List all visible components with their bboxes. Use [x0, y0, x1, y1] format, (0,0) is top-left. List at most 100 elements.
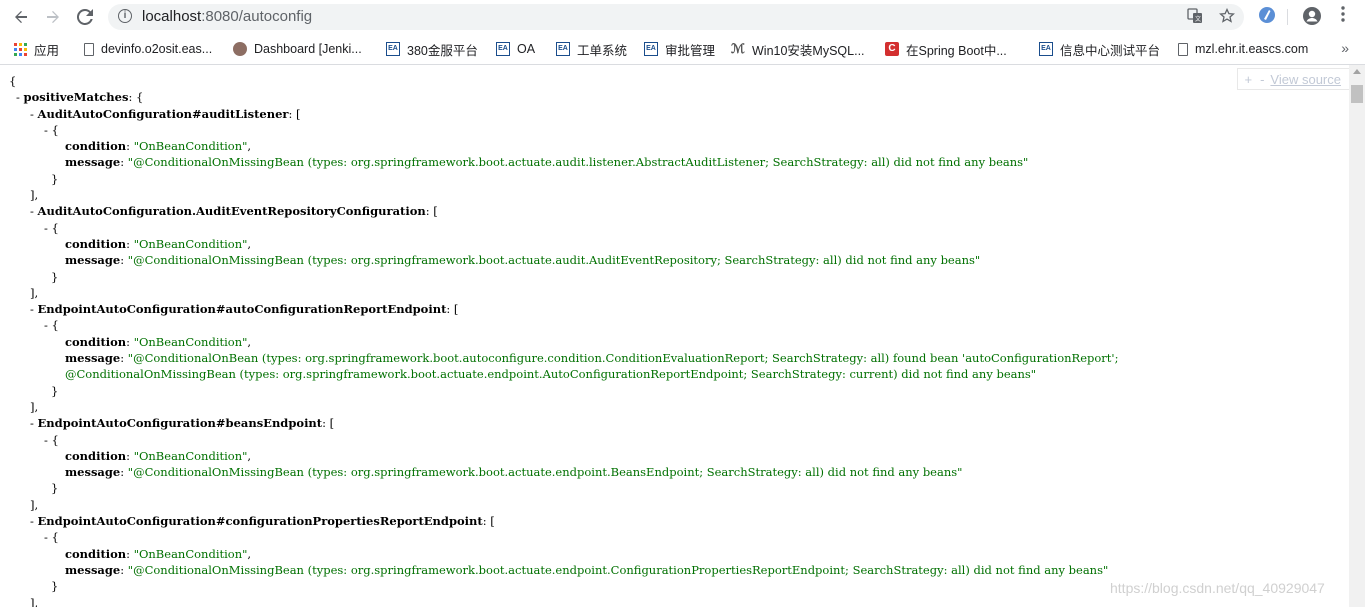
reload-icon — [77, 9, 93, 25]
json-line: - EndpointAutoConfiguration#beansEndpoin… — [9, 415, 1118, 431]
bookmark-label: 在Spring Boot中... — [906, 43, 1007, 58]
json-line: ], — [9, 399, 1118, 415]
reload-button[interactable] — [75, 7, 95, 27]
arrow-left-icon — [15, 11, 27, 23]
profile-avatar-icon[interactable] — [1301, 6, 1323, 28]
arrow-right-icon — [47, 11, 59, 23]
json-line: - AuditAutoConfiguration.AuditEventRepos… — [9, 203, 1118, 219]
json-string: "OnBeanCondition" — [133, 139, 248, 154]
json-key: AuditAutoConfiguration#auditListener — [37, 106, 289, 121]
json-punctuation: } — [51, 171, 59, 186]
collapse-toggle[interactable]: - — [30, 514, 38, 528]
bookmark-item[interactable]: EA 380金服平台 — [386, 40, 478, 58]
translate-icon[interactable]: 文 — [1186, 8, 1204, 26]
collapse-toggle[interactable]: - — [30, 416, 38, 430]
bookmarks-bar: 应用 devinfo.o2osit.eas... Dashboard [Jenki.… — [0, 34, 1365, 65]
collapse-all-button[interactable]: - — [1260, 72, 1264, 87]
collapse-toggle[interactable]: - { — [44, 433, 59, 447]
bookmark-item[interactable]: devinfo.o2osit.eas... — [84, 40, 212, 58]
json-line: - { — [9, 529, 1118, 545]
json-punctuation: : — [120, 562, 128, 577]
bookmark-item[interactable]: EA 信息中心测试平台 — [1039, 40, 1160, 58]
json-line: - { — [9, 220, 1118, 236]
json-key: message — [65, 562, 121, 577]
json-key: message — [65, 351, 121, 366]
json-line: ], — [9, 595, 1118, 607]
ea-icon: EA — [1039, 42, 1053, 56]
json-line: } — [9, 480, 1118, 496]
json-punctuation: } — [51, 579, 59, 594]
json-punctuation: , — [247, 236, 252, 251]
address-bar[interactable]: i localhost:8080/autoconfig 文 — [108, 4, 1244, 30]
csdn-icon: C — [885, 42, 899, 56]
json-key: message — [65, 253, 121, 268]
collapse-toggle[interactable]: - { — [44, 318, 59, 332]
json-line: - { — [9, 317, 1118, 333]
json-string: "OnBeanCondition" — [133, 236, 248, 251]
scroll-thumb[interactable] — [1351, 85, 1363, 103]
json-key: message — [65, 465, 121, 480]
json-key: condition — [65, 546, 127, 561]
json-key: message — [65, 155, 121, 170]
json-string: "@ConditionalOnMissingBean (types: org.s… — [127, 562, 1109, 577]
json-punctuation: : — [126, 334, 134, 349]
logo-icon: ℳ — [731, 41, 745, 56]
extension-icon[interactable] — [1256, 6, 1278, 28]
bookmark-label: 工单系统 — [577, 43, 628, 58]
collapse-toggle[interactable]: - — [30, 302, 38, 316]
bookmark-item[interactable]: EA 工单系统 — [556, 40, 627, 58]
bookmark-item[interactable]: EA OA — [496, 40, 535, 58]
bookmark-item[interactable]: 应用 — [14, 40, 59, 58]
json-key: EndpointAutoConfiguration#configurationP… — [37, 514, 483, 529]
json-line: message: "@ConditionalOnMissingBean (typ… — [9, 562, 1118, 578]
back-button[interactable] — [11, 7, 31, 27]
json-line: condition: "OnBeanCondition", — [9, 448, 1118, 464]
collapse-toggle[interactable]: - { — [44, 123, 59, 137]
page-icon — [84, 42, 94, 56]
json-key: condition — [65, 236, 127, 251]
collapse-toggle[interactable]: - — [30, 107, 38, 121]
forward-button[interactable] — [43, 7, 63, 27]
json-line: - positiveMatches: { — [9, 89, 1118, 105]
collapse-toggle[interactable]: - { — [44, 530, 59, 544]
url-text[interactable]: localhost:8080/autoconfig — [142, 8, 312, 25]
bookmark-label: 应用 — [34, 43, 60, 58]
collapse-toggle[interactable]: - — [16, 90, 24, 104]
json-punctuation: : — [120, 465, 128, 480]
expand-all-button[interactable]: + — [1244, 72, 1252, 87]
url-path: :8080/autoconfig — [201, 8, 313, 25]
json-line: condition: "OnBeanCondition", — [9, 546, 1118, 562]
json-punctuation: , — [247, 139, 252, 154]
menu-dots-icon[interactable] — [1332, 6, 1354, 28]
json-string: "OnBeanCondition" — [133, 334, 248, 349]
json-punctuation: : [ — [288, 106, 301, 121]
bookmark-label: devinfo.o2osit.eas... — [101, 42, 213, 56]
json-string: "OnBeanCondition" — [133, 546, 248, 561]
bookmark-item[interactable]: EA 审批管理 — [644, 40, 715, 58]
scroll-up-arrow[interactable] — [1353, 69, 1361, 74]
json-punctuation: : — [126, 236, 134, 251]
bookmark-label: Win10安装MySQL... — [752, 43, 865, 58]
jenkins-icon — [233, 42, 247, 56]
view-source-link[interactable]: View source — [1270, 72, 1341, 87]
bookmark-item[interactable]: Dashboard [Jenki... — [233, 40, 362, 58]
bookmarks-more-button[interactable]: » — [1341, 40, 1349, 56]
json-tree: {- positiveMatches: {- AuditAutoConfigur… — [9, 73, 1118, 607]
json-punctuation: ], — [30, 285, 39, 300]
vertical-scrollbar[interactable] — [1349, 65, 1365, 607]
json-key: positiveMatches — [23, 90, 129, 105]
bookmark-label: OA — [517, 42, 536, 56]
browser-toolbar: i localhost:8080/autoconfig 文 — [0, 0, 1365, 34]
json-line: } — [9, 578, 1118, 594]
json-punctuation: : { — [128, 90, 144, 105]
watermark-text: https://blog.csdn.net/qq_40929047 — [1110, 580, 1325, 596]
bookmark-item[interactable]: ℳ Win10安装MySQL... — [731, 40, 865, 58]
bookmark-item[interactable]: C 在Spring Boot中... — [885, 40, 1007, 58]
star-icon[interactable] — [1218, 7, 1236, 26]
json-punctuation: : — [126, 139, 134, 154]
info-icon[interactable]: i — [118, 9, 132, 23]
collapse-toggle[interactable]: - { — [44, 221, 59, 235]
collapse-toggle[interactable]: - — [30, 204, 38, 218]
json-punctuation: , — [247, 448, 252, 463]
bookmark-item[interactable]: mzl.ehr.it.eascs.com — [1178, 40, 1308, 58]
